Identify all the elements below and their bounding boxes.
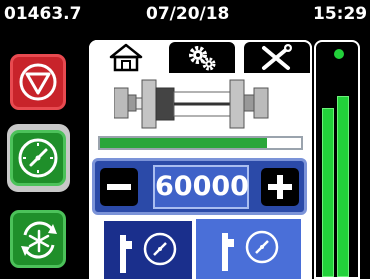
defrost-icon <box>21 221 57 259</box>
valve-gauge-icon <box>120 232 177 273</box>
plus-icon <box>268 175 292 199</box>
counter-readout: 01463.7 <box>4 4 82 24</box>
date-readout: 07/20/18 <box>146 4 230 24</box>
gauge-mode-button[interactable] <box>10 130 66 186</box>
defrost-button[interactable] <box>10 210 66 268</box>
gauge-icon <box>18 138 58 178</box>
minus-icon <box>107 184 131 190</box>
valve-mode-b-button[interactable] <box>196 219 301 279</box>
progress-fill <box>100 138 267 148</box>
progress-bar <box>98 136 303 150</box>
stop-icon <box>19 63 57 101</box>
meter-bar <box>322 108 334 277</box>
value-stepper: 60000 <box>92 158 307 215</box>
status-indicator <box>334 49 344 59</box>
tools-icon <box>262 44 292 70</box>
tab-settings[interactable] <box>167 40 237 73</box>
home-icon <box>109 43 143 72</box>
level-meter <box>314 40 360 279</box>
stop-button[interactable] <box>10 54 66 110</box>
meter-bar <box>337 96 349 277</box>
time-readout: 15:29 <box>313 4 368 24</box>
valve-diagram <box>114 79 269 129</box>
gears-icon <box>189 46 216 71</box>
decrement-button[interactable] <box>100 168 138 206</box>
valve-gauge-icon <box>222 230 279 271</box>
setpoint-value[interactable]: 60000 <box>153 165 249 209</box>
tab-home[interactable] <box>89 40 162 73</box>
increment-button[interactable] <box>261 168 299 206</box>
tab-tools[interactable] <box>242 40 312 73</box>
valve-mode-a-button[interactable] <box>102 219 194 279</box>
